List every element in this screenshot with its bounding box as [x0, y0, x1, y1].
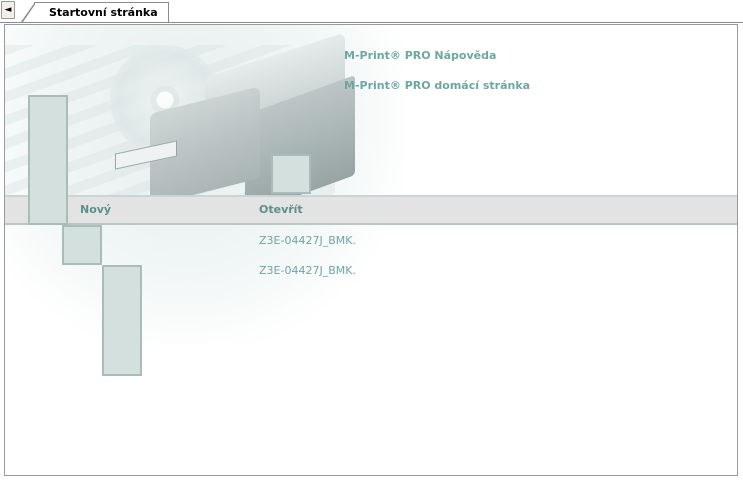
arrow-left-icon: ◄: [4, 5, 12, 15]
home-page-link[interactable]: M-Print® PRO domácí stránka: [344, 79, 530, 92]
start-page-content: M-Print® PRO Nápověda M-Print® PRO domác…: [4, 24, 738, 476]
tab-start-page-label: Startovní stránka: [49, 6, 158, 19]
decorative-block-small: [271, 154, 311, 194]
tab-scroll-left-button[interactable]: ◄: [1, 1, 15, 19]
decorative-block-lower: [102, 265, 142, 376]
decorative-block-square: [62, 225, 102, 265]
column-open-label: Otevřít: [259, 203, 303, 216]
decorative-block-tall: [28, 95, 68, 225]
recent-file-link[interactable]: Z3E-04427J_BMK.: [259, 234, 356, 247]
section-header-band: [5, 195, 737, 225]
tab-start-page[interactable]: Startovní stránka: [21, 2, 169, 22]
recent-file-link[interactable]: Z3E-04427J_BMK.: [259, 264, 356, 277]
column-new-label[interactable]: Nový: [80, 203, 111, 216]
help-link[interactable]: M-Print® PRO Nápověda: [344, 49, 496, 62]
tab-strip: ◄ Startovní stránka: [0, 0, 743, 23]
